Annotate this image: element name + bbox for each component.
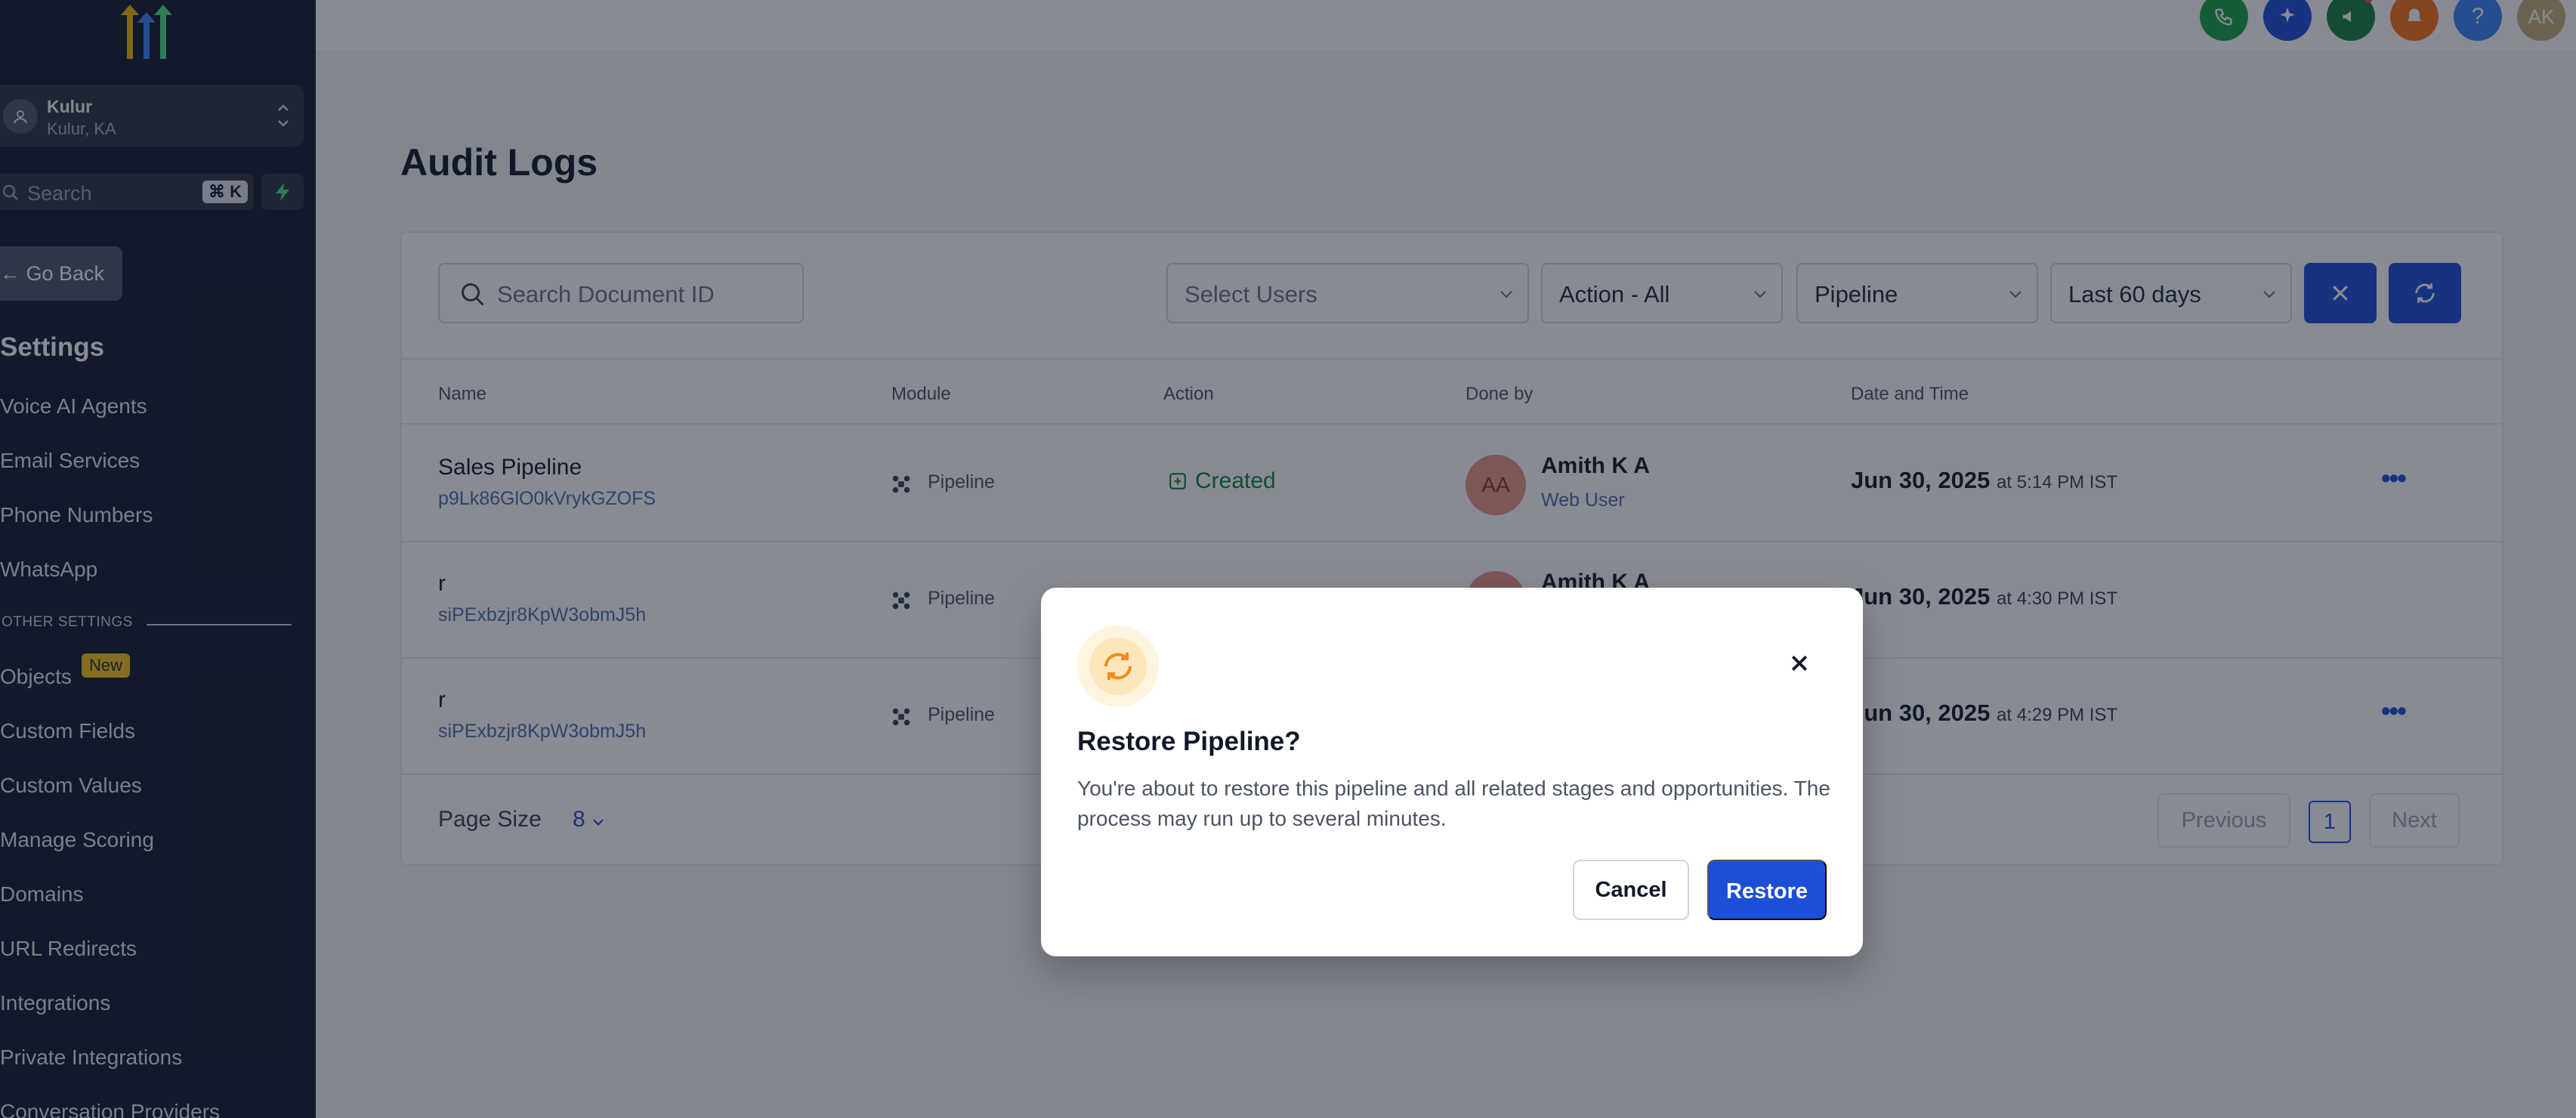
restore-icon	[1104, 653, 1132, 680]
restore-pipeline-dialog: Restore Pipeline? You're about to restor…	[1041, 588, 1863, 956]
dialog-title: Restore Pipeline?	[1077, 727, 1301, 756]
close-dialog-button[interactable]	[1784, 648, 1815, 678]
close-icon	[1791, 655, 1808, 672]
cancel-button[interactable]: Cancel	[1573, 860, 1689, 920]
restore-icon-container	[1077, 625, 1159, 707]
restore-button[interactable]: Restore	[1707, 860, 1827, 920]
dialog-message: You're about to restore this pipeline an…	[1077, 777, 1830, 830]
